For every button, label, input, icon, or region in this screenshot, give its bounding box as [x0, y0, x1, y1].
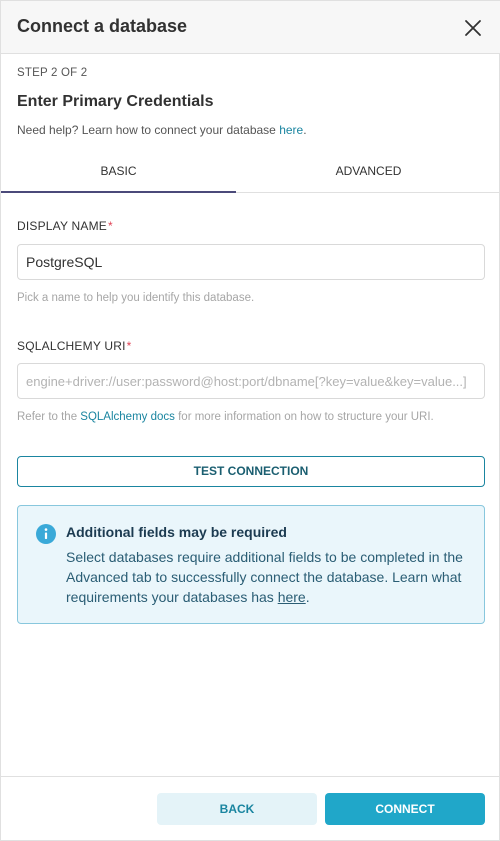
sqlalchemy-uri-hint: Refer to the SQLAlchemy docs for more in…: [17, 411, 434, 423]
step-indicator: STEP 2 OF 2: [17, 67, 88, 79]
help-text-suffix: .: [303, 123, 307, 137]
sqlalchemy-uri-label: SQLALCHEMY URI*: [17, 339, 131, 353]
modal-footer: BACK CONNECT: [1, 776, 500, 841]
alert-body-text: Select databases require additional fiel…: [66, 549, 463, 605]
info-icon: [36, 524, 56, 544]
alert-here-link[interactable]: here: [278, 589, 306, 605]
display-name-label-text: DISPLAY NAME: [17, 219, 107, 233]
help-text: Need help? Learn how to connect your dat…: [17, 123, 307, 137]
alert-body: Select databases require additional fiel…: [66, 547, 478, 607]
modal-header: Connect a database: [1, 1, 500, 54]
required-mark: *: [108, 219, 113, 233]
sqlalchemy-docs-link[interactable]: SQLAlchemy docs: [80, 411, 175, 423]
connect-button[interactable]: CONNECT: [325, 793, 485, 825]
required-mark: *: [126, 339, 132, 353]
uri-hint-suffix: for more information on how to structure…: [174, 411, 434, 423]
uri-hint-prefix: Refer to the: [17, 411, 81, 423]
sqlalchemy-uri-input[interactable]: [17, 363, 485, 399]
connect-database-modal: Connect a database STEP 2 OF 2 Enter Pri…: [0, 0, 500, 841]
help-text-prefix: Need help? Learn how to connect your dat…: [17, 123, 280, 137]
tab-advanced[interactable]: ADVANCED: [236, 153, 500, 193]
alert-body-suffix: .: [305, 589, 310, 605]
close-icon[interactable]: [463, 18, 483, 38]
tab-basic[interactable]: BASIC: [1, 153, 236, 193]
display-name-input[interactable]: [17, 244, 485, 280]
help-link[interactable]: here: [279, 123, 303, 137]
display-name-label: DISPLAY NAME*: [17, 219, 113, 233]
sqlalchemy-uri-label-text: SQLALCHEMY URI: [17, 339, 126, 353]
display-name-hint: Pick a name to help you identify this da…: [17, 292, 255, 304]
section-title: Enter Primary Credentials: [17, 93, 214, 110]
back-button[interactable]: BACK: [157, 793, 317, 825]
info-alert: Additional fields may be required Select…: [17, 505, 485, 624]
modal-title: Connect a database: [17, 16, 188, 36]
tab-bar: BASIC ADVANCED: [1, 153, 500, 193]
test-connection-button[interactable]: TEST CONNECTION: [17, 456, 485, 487]
alert-title: Additional fields may be required: [66, 524, 287, 540]
